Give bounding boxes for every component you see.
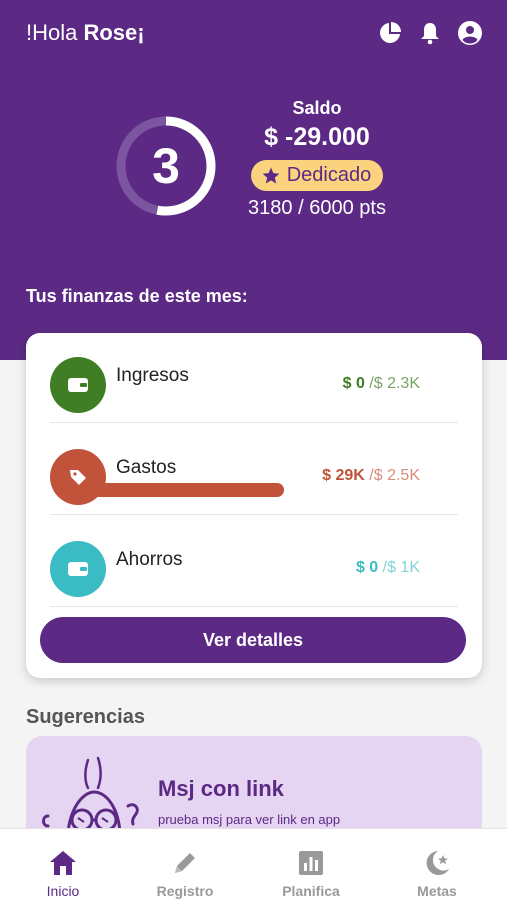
finance-name: Ahorros <box>116 549 183 570</box>
month-title: Tus finanzas de este mes: <box>26 286 248 306</box>
level-number: 3 <box>152 138 180 194</box>
expense-progress-bar <box>92 483 284 497</box>
finance-spent: $ 29K <box>322 467 365 484</box>
balance-value: $ -29.000 <box>264 123 370 151</box>
home-icon <box>50 851 76 875</box>
star-icon <box>262 167 280 183</box>
suggestion-title: Msj con link <box>158 776 284 801</box>
finance-amount: $ 29K /$ 2.5K <box>322 467 420 485</box>
balance-label: Saldo <box>292 98 342 118</box>
finance-spent: $ 0 <box>342 375 365 392</box>
finances-card: Ingresos $ 0 /$ 2.3K Gastos $ 29K /$ 2.5… <box>26 333 482 678</box>
nav-item-planifica[interactable]: Planifica <box>248 829 374 900</box>
view-details-button[interactable]: Ver detalles <box>40 617 466 663</box>
finance-budget: /$ 2.5K <box>364 467 420 484</box>
finance-name: Ingresos <box>116 365 189 386</box>
finance-row-ahorros[interactable]: Ahorros $ 0 /$ 1K <box>50 517 458 607</box>
nav-item-registro[interactable]: Registro <box>122 829 248 900</box>
badge-label: Dedicado <box>286 164 372 186</box>
bottom-nav: Inicio Registro Planifica Metas <box>0 828 507 900</box>
top-bar: !Hola Rose¡ <box>26 18 483 48</box>
nav-label: Metas <box>417 883 457 899</box>
nav-item-metas[interactable]: Metas <box>374 829 500 900</box>
greeting-text: !Hola <box>26 20 78 45</box>
finance-amount: $ 0 /$ 1K <box>356 559 420 577</box>
suggestion-subtitle: prueba msj para ver link en app <box>158 812 341 827</box>
wallet-icon <box>50 541 106 597</box>
moon-star-icon <box>426 851 449 875</box>
finance-spent: $ 0 <box>355 559 379 576</box>
suggestions-title: Sugerencias <box>26 706 145 728</box>
finance-name: Gastos <box>116 457 177 478</box>
finance-amount: $ 0 /$ 2.3K <box>343 375 420 393</box>
pie-chart-icon[interactable] <box>377 20 403 46</box>
user-profile-icon[interactable] <box>457 20 483 46</box>
pencil-icon <box>175 853 195 873</box>
user-name: Rose¡ <box>83 20 145 45</box>
nav-label: Registro <box>156 883 214 899</box>
finance-row-ingresos[interactable]: Ingresos $ 0 /$ 2.3K <box>50 333 458 423</box>
top-actions <box>377 20 483 46</box>
points: 3180 / 6000 pts <box>248 197 386 219</box>
bell-icon[interactable] <box>417 20 443 46</box>
greeting: !Hola Rose¡ <box>26 20 145 46</box>
nav-label: Planifica <box>282 883 340 899</box>
bar-chart-icon <box>299 851 323 875</box>
status-badge: Dedicado <box>250 160 384 191</box>
finance-row-gastos[interactable]: Gastos $ 29K /$ 2.5K <box>50 425 458 515</box>
nav-item-inicio[interactable]: Inicio <box>0 829 126 900</box>
balance-block: Saldo $ -29.000 Dedicado 3180 / 6000 pts <box>232 98 402 220</box>
finance-budget: /$ 1K <box>378 559 420 576</box>
finance-budget: /$ 2.3K <box>364 375 420 392</box>
nav-label: Inicio <box>46 883 80 899</box>
wallet-icon <box>50 357 106 413</box>
